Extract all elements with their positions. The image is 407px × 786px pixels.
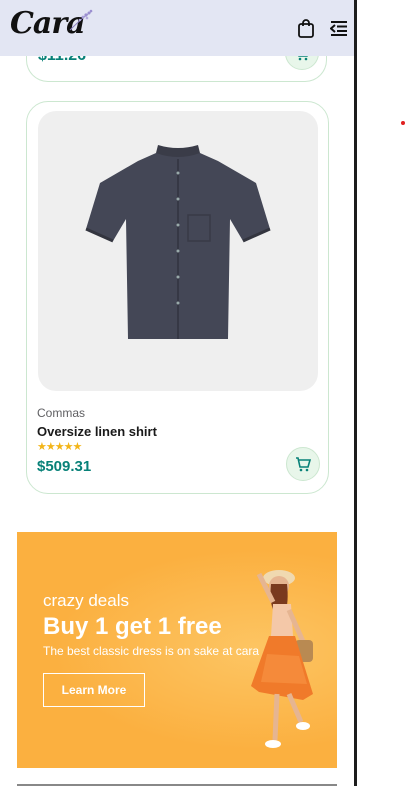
- bag-icon[interactable]: [297, 18, 315, 38]
- banner-eyebrow: crazy deals: [43, 591, 129, 610]
- promo-banner: crazy deals Buy 1 get 1 free The best cl…: [17, 532, 337, 768]
- product-name[interactable]: Oversize linen shirt: [37, 424, 157, 439]
- menu-icon[interactable]: [330, 19, 348, 37]
- learn-more-button[interactable]: Learn More: [43, 673, 145, 707]
- red-dot-marker: [401, 121, 405, 125]
- mobile-viewport: $11.26 Cara: [0, 0, 357, 786]
- banner-headline: Buy 1 get 1 free: [43, 613, 222, 640]
- shirt-image: [85, 145, 271, 339]
- site-header: Cara: [0, 0, 354, 56]
- cart-icon: [296, 457, 312, 472]
- star-rating: ★★★★★: [37, 440, 82, 453]
- add-to-cart-button[interactable]: [286, 447, 320, 481]
- product-card[interactable]: Commas Oversize linen shirt ★★★★★ $509.3…: [26, 101, 329, 494]
- product-price: $509.31: [37, 458, 92, 475]
- product-brand: Commas: [37, 406, 86, 420]
- lavender-sprig-icon: [69, 9, 93, 31]
- product-image[interactable]: [38, 111, 318, 391]
- banner-subtitle: The best classic dress is on sake at car…: [43, 644, 260, 658]
